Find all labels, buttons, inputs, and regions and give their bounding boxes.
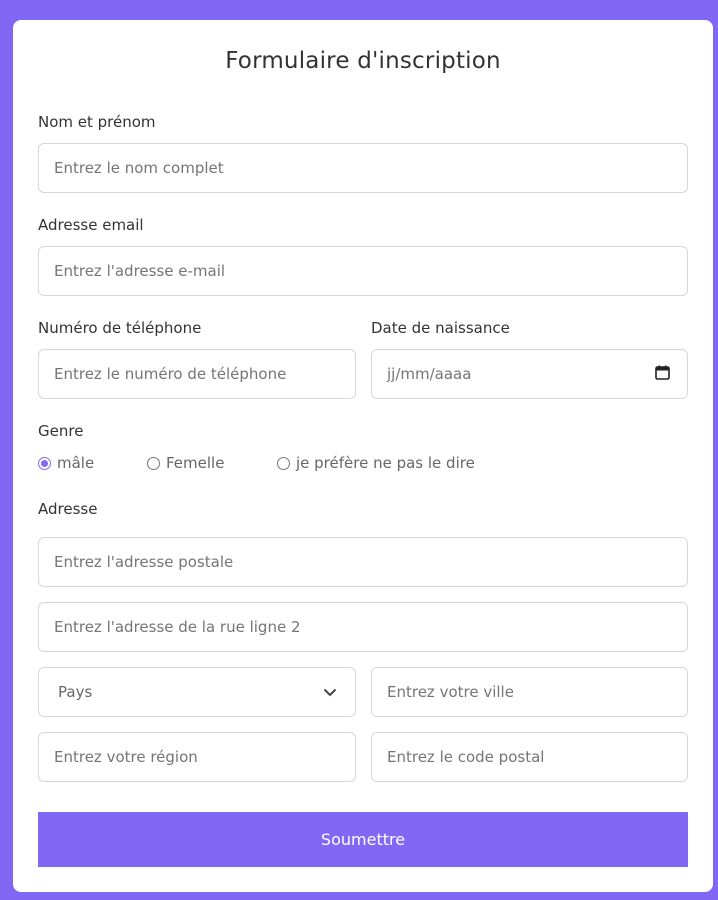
radio-checked[interactable] xyxy=(38,456,51,470)
radio-unchecked[interactable] xyxy=(147,456,160,470)
phone-input[interactable] xyxy=(38,349,356,399)
chevron-down-icon xyxy=(323,683,337,701)
region-input[interactable] xyxy=(38,732,356,782)
postal-code-input[interactable] xyxy=(371,732,688,782)
gender-label: Genre xyxy=(38,422,84,440)
birth-date-placeholder: jj/mm/aaaa xyxy=(387,365,472,383)
country-select[interactable]: Pays xyxy=(38,667,356,717)
registration-card: Formulaire d'inscription Nom et prénom A… xyxy=(13,20,713,892)
gender-option-male[interactable]: mâle xyxy=(38,454,94,472)
birth-date-label: Date de naissance xyxy=(371,319,510,337)
email-input[interactable] xyxy=(38,246,688,296)
gender-option-label: Femelle xyxy=(166,454,225,472)
country-selected-value: Pays xyxy=(58,683,93,701)
address-line2-input[interactable] xyxy=(38,602,688,652)
full-name-label: Nom et prénom xyxy=(38,113,156,131)
gender-option-undisclosed[interactable]: je préfère ne pas le dire xyxy=(277,454,475,472)
phone-label: Numéro de téléphone xyxy=(38,319,202,337)
address-line1-input[interactable] xyxy=(38,537,688,587)
radio-unchecked[interactable] xyxy=(277,456,290,470)
full-name-input[interactable] xyxy=(38,143,688,193)
city-input[interactable] xyxy=(371,667,688,717)
gender-option-label: je préfère ne pas le dire xyxy=(296,454,475,472)
gender-option-label: mâle xyxy=(57,454,95,472)
form-title: Formulaire d'inscription xyxy=(225,48,501,74)
birth-date-input[interactable]: jj/mm/aaaa xyxy=(371,349,688,399)
address-label: Adresse xyxy=(38,500,98,518)
calendar-icon[interactable] xyxy=(655,365,670,384)
submit-button[interactable]: Soumettre xyxy=(38,812,688,867)
email-label: Adresse email xyxy=(38,216,144,234)
gender-option-female[interactable]: Femelle xyxy=(147,454,224,472)
